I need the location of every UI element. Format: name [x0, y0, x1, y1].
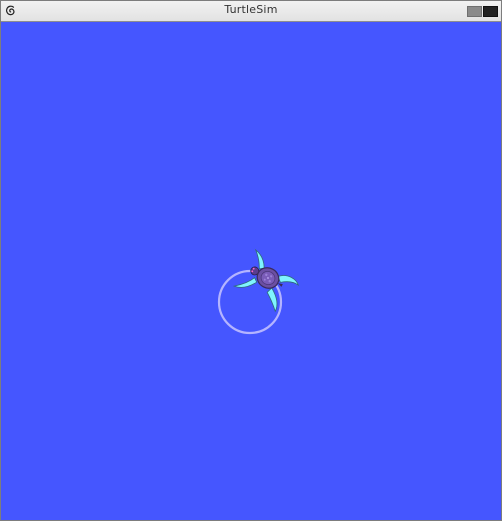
window-title: TurtleSim	[224, 3, 278, 16]
simulation-canvas	[1, 22, 501, 520]
title-bar[interactable]: TurtleSim	[1, 1, 501, 22]
turtlesim-window: TurtleSim	[0, 0, 502, 521]
minimize-icon[interactable]	[467, 6, 482, 17]
turtle-icon	[232, 248, 299, 313]
turtle-drawing	[217, 248, 299, 335]
maximize-icon[interactable]	[483, 6, 498, 17]
